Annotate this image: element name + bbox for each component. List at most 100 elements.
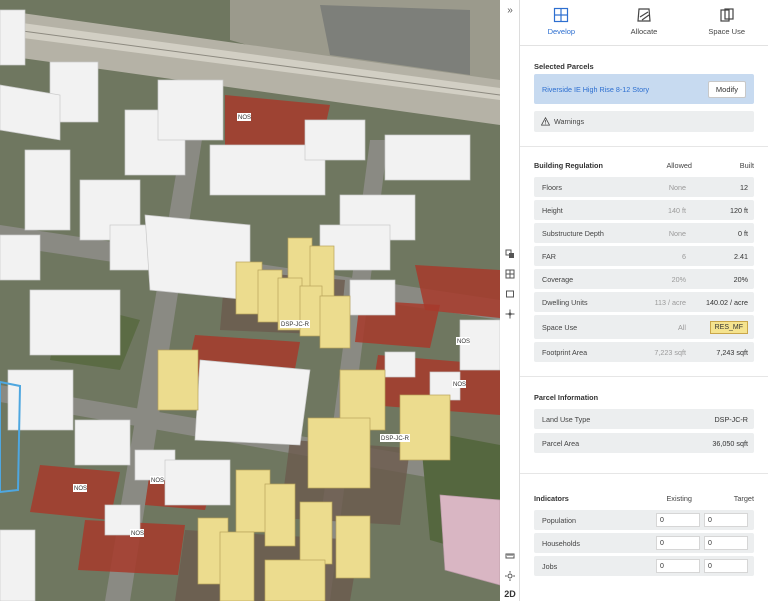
building-regulation-rows: Floors None 12 Height 140 ft 120 ft Subs… xyxy=(520,177,768,362)
parcel-label: DSP-JC-R xyxy=(381,436,410,442)
allowed-value: 7,223 sqft xyxy=(654,347,686,357)
row-value: 36,050 sqft xyxy=(712,438,748,448)
row-label: Floors xyxy=(542,182,562,192)
regulation-row-coverage: Coverage 20% 20% xyxy=(534,269,754,289)
ruler-icon[interactable] xyxy=(502,548,518,564)
regulation-row-substructure-depth: Substructure Depth None 0 ft xyxy=(534,223,754,243)
regulation-row-footprint-area: Footprint Area 7,223 sqft 7,243 sqft xyxy=(534,342,754,362)
row-label: Footprint Area xyxy=(542,347,588,357)
divider xyxy=(520,376,768,377)
row-label: Dwelling Units xyxy=(542,297,588,307)
row-value: DSP-JC-R xyxy=(714,414,748,424)
parcel-label: NOS xyxy=(238,115,251,121)
row-label: Jobs xyxy=(542,561,558,571)
tab-label: Space Use xyxy=(708,27,746,36)
regulation-row-floors: Floors None 12 xyxy=(534,177,754,197)
existing-column-header: Existing xyxy=(666,493,692,503)
allowed-column-header: Allowed xyxy=(666,160,692,170)
built-value: 20% xyxy=(733,274,748,284)
built-column-header: Built xyxy=(739,160,754,170)
indicators-header: Indicators Existing Target xyxy=(520,486,768,510)
indicator-row-jobs: Jobs 0 0 xyxy=(534,556,754,576)
warning-icon xyxy=(541,117,550,126)
section-title-selected-parcels: Selected Parcels xyxy=(534,62,594,71)
built-value: 120 ft xyxy=(730,205,748,215)
allowed-value: 6 xyxy=(682,251,686,261)
parcel-information-header: Parcel Information xyxy=(520,385,768,409)
side-panel: Develop Allocate Space Use Selected Parc… xyxy=(520,0,768,601)
existing-input[interactable]: 0 xyxy=(656,536,700,550)
divider xyxy=(520,146,768,147)
panel-tabs: Develop Allocate Space Use xyxy=(520,0,768,46)
warnings-label: Warnings xyxy=(554,117,585,126)
parcel-label: DSP-JC-R xyxy=(281,322,310,328)
allowed-value: 20% xyxy=(671,274,686,284)
frame-icon[interactable] xyxy=(502,286,518,302)
selected-parcel-name: Riverside IE High Rise 8-12 Story xyxy=(542,84,650,94)
divider xyxy=(520,473,768,474)
develop-icon xyxy=(554,7,569,23)
row-label: Coverage xyxy=(542,274,574,284)
indicator-row-population: Population 0 0 xyxy=(534,510,754,530)
parcel-label: NOS xyxy=(74,486,87,492)
tab-label: Allocate xyxy=(630,27,658,36)
collapse-panel-button[interactable]: » xyxy=(502,2,518,18)
section-title-building-regulation: Building Regulation xyxy=(534,160,603,170)
modify-button[interactable]: Modify xyxy=(707,80,746,98)
parcel-label: NOS xyxy=(131,531,144,537)
map-toolbar: » 2D xyxy=(500,0,520,601)
row-label: FAR xyxy=(542,251,556,261)
warnings-bar[interactable]: Warnings xyxy=(534,111,754,132)
layer-swap-icon[interactable] xyxy=(502,246,518,262)
tab-allocate[interactable]: Allocate xyxy=(603,0,686,45)
section-title-parcel-information: Parcel Information xyxy=(534,392,599,402)
target-input[interactable]: 0 xyxy=(704,513,748,527)
selected-parcel-card[interactable]: Riverside IE High Rise 8-12 Story Modify xyxy=(534,74,754,104)
sun-icon[interactable] xyxy=(502,568,518,584)
space-use-icon xyxy=(720,8,734,22)
parcel-label: NOS xyxy=(453,382,466,388)
built-value: 0 ft xyxy=(738,228,748,238)
indicators-rows: Population 0 0 Households 0 0 Jobs 0 0 xyxy=(520,510,768,576)
move-icon[interactable] xyxy=(502,306,518,322)
allowed-value: All xyxy=(678,322,686,332)
row-label: Parcel Area xyxy=(542,438,580,448)
target-column-header: Target xyxy=(733,493,754,503)
city-3d-scene[interactable]: NOS DSP-JC-R NOS NOS DSP-JC-R NOS NOS NO… xyxy=(0,0,500,601)
tab-space-use[interactable]: Space Use xyxy=(685,0,768,45)
indicator-row-households: Households 0 0 xyxy=(534,533,754,553)
parcel-information-rows: Land Use Type DSP-JC-R Parcel Area 36,05… xyxy=(520,409,768,453)
target-input[interactable]: 0 xyxy=(704,536,748,550)
allowed-value: 113 / acre xyxy=(654,297,686,307)
tab-develop[interactable]: Develop xyxy=(520,0,603,45)
space-use-badge[interactable]: RES_MF xyxy=(709,320,748,334)
allowed-value: None xyxy=(668,228,686,238)
row-label: Substructure Depth xyxy=(542,228,604,238)
parcel-row-land-use-type: Land Use Type DSP-JC-R xyxy=(534,409,754,429)
parcel-row-parcel-area: Parcel Area 36,050 sqft xyxy=(534,433,754,453)
parcel-label: NOS xyxy=(151,478,164,484)
allowed-value: 140 ft xyxy=(668,205,686,215)
built-value: 7,243 sqft xyxy=(716,347,748,357)
regulation-row-height: Height 140 ft 120 ft xyxy=(534,200,754,220)
existing-input[interactable]: 0 xyxy=(656,559,700,573)
row-label: Space Use xyxy=(542,322,578,332)
target-input[interactable]: 0 xyxy=(704,559,748,573)
allocate-icon xyxy=(637,8,651,22)
map-view[interactable]: NOS DSP-JC-R NOS NOS DSP-JC-R NOS NOS NO… xyxy=(0,0,500,601)
grid-icon[interactable] xyxy=(502,266,518,282)
built-value: 140.02 / acre xyxy=(706,297,748,307)
allowed-value: None xyxy=(668,182,686,192)
regulation-row-far: FAR 6 2.41 xyxy=(534,246,754,266)
row-label: Population xyxy=(542,515,576,525)
row-label: Households xyxy=(542,538,580,548)
row-label: Height xyxy=(542,205,563,215)
parcel-label: NOS xyxy=(457,339,470,345)
regulation-row-dwelling-units: Dwelling Units 113 / acre 140.02 / acre xyxy=(534,292,754,312)
tab-label: Develop xyxy=(547,27,576,36)
row-label: Land Use Type xyxy=(542,414,591,424)
existing-input[interactable]: 0 xyxy=(656,513,700,527)
building-regulation-header: Building Regulation Allowed Built xyxy=(520,153,768,177)
section-title-indicators: Indicators xyxy=(534,493,569,503)
view-mode-toggle[interactable]: 2D xyxy=(502,586,518,601)
